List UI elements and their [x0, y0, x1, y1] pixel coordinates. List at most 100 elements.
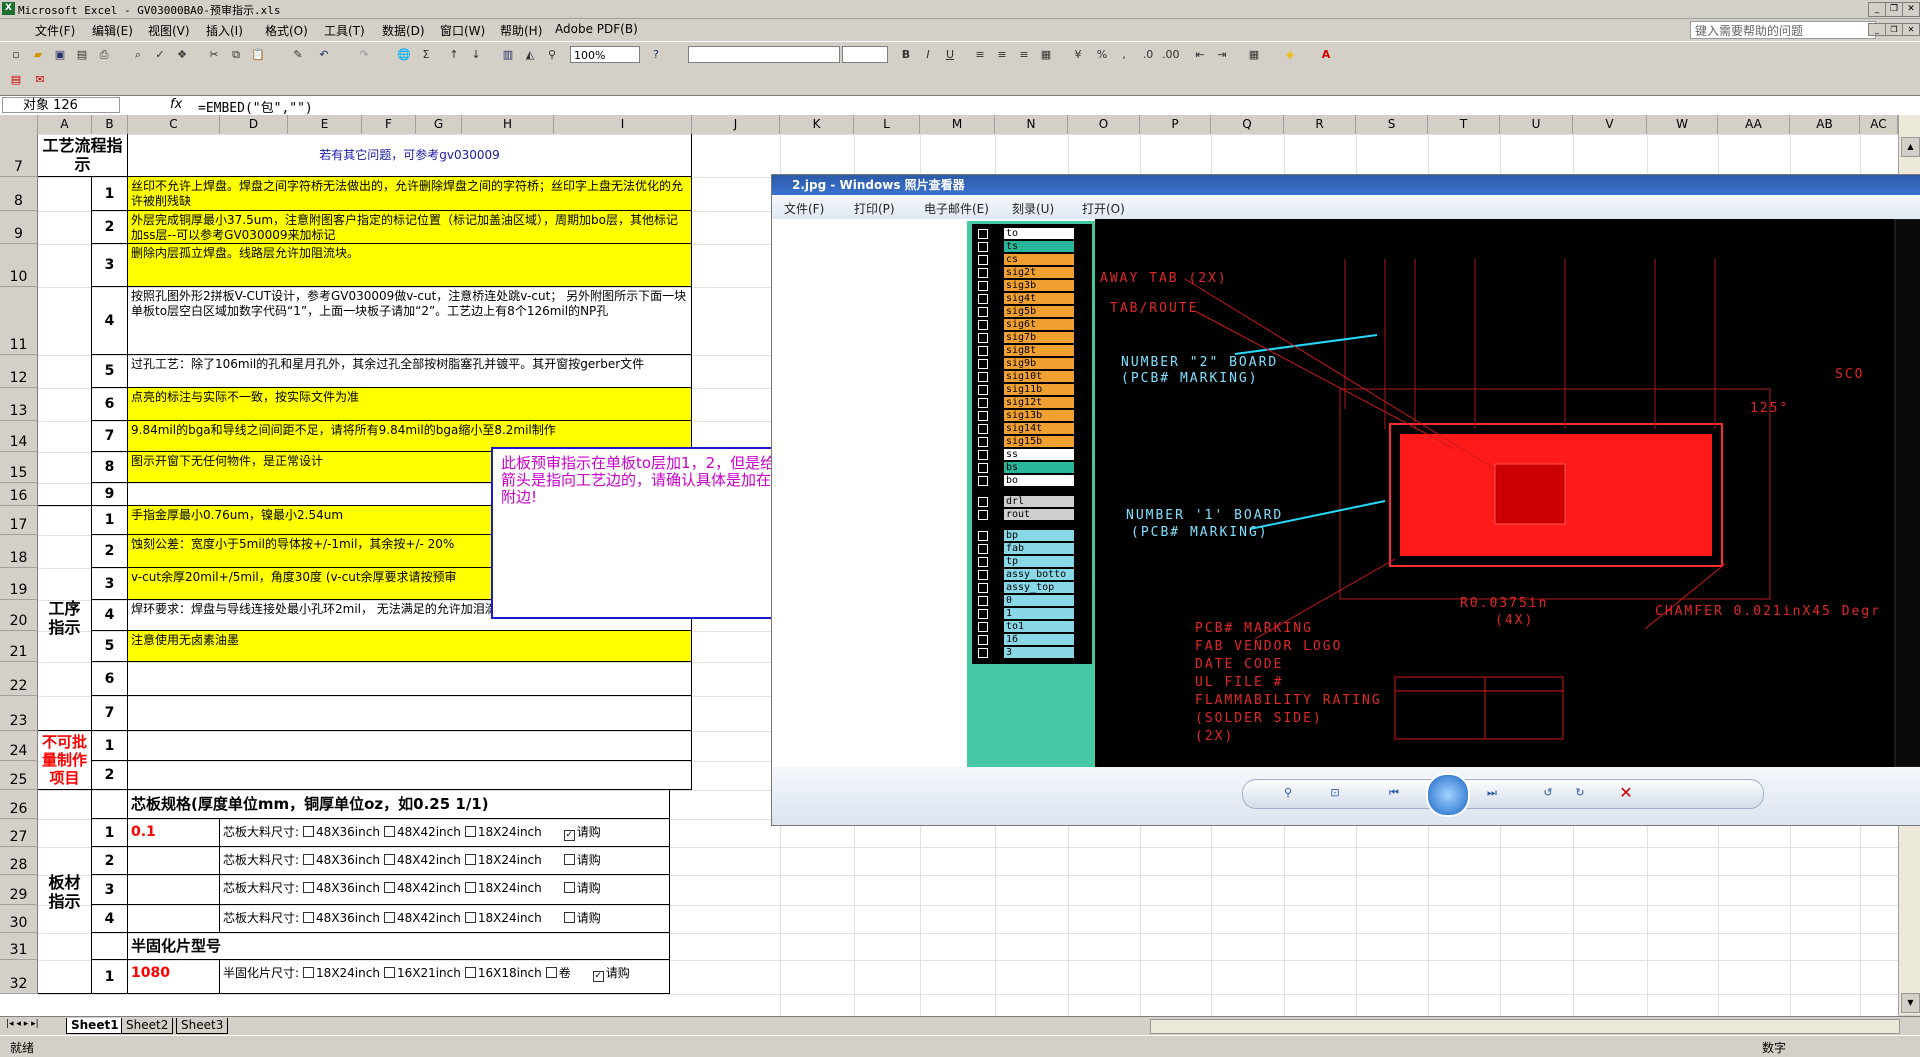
comma-icon[interactable]: ,: [1116, 47, 1132, 63]
size-checkbox[interactable]: [464, 967, 476, 978]
close-button[interactable]: ✕: [1902, 2, 1920, 17]
size-checkbox[interactable]: [383, 854, 395, 865]
undo-icon[interactable]: ↶: [316, 47, 332, 63]
size-checkbox[interactable]: [303, 967, 315, 978]
column-header-cell[interactable]: O: [1068, 115, 1140, 134]
row-header-cell[interactable]: 21: [0, 631, 38, 662]
layer-checkbox[interactable]: [978, 531, 988, 541]
size-checkbox[interactable]: [464, 854, 476, 865]
row-header-cell[interactable]: 10: [0, 244, 38, 287]
align-center-icon[interactable]: ≡: [994, 47, 1010, 63]
sort-descending-icon[interactable]: ↓: [468, 47, 484, 63]
layer-row[interactable]: cs: [978, 254, 1076, 266]
roll-checkbox[interactable]: [545, 967, 557, 978]
layer-checkbox[interactable]: [978, 583, 988, 593]
photo-viewer-window[interactable]: 2.jpg - Windows 照片查看器 文件(F) 打印(P) 电子邮件(E) 刻…: [771, 174, 1920, 826]
prepreg-title[interactable]: 半固化片型号: [128, 933, 670, 960]
layer-checkbox[interactable]: [978, 398, 988, 408]
increase-indent-icon[interactable]: ⇥: [1214, 47, 1230, 63]
layer-checkbox[interactable]: [978, 510, 988, 520]
layer-checkbox[interactable]: [978, 570, 988, 580]
process-item-text[interactable]: 删除内层孤立焊盘。线路层允许加阻流块。: [128, 244, 692, 287]
column-header-cell[interactable]: B: [92, 115, 128, 134]
item-number[interactable]: 3: [92, 244, 128, 287]
layer-checkbox[interactable]: [978, 346, 988, 356]
formula-input[interactable]: =EMBED("包",""): [198, 97, 313, 116]
sort-ascending-icon[interactable]: ↑: [446, 47, 462, 63]
size-checkbox[interactable]: [383, 967, 395, 978]
horizontal-scrollbar[interactable]: [1150, 1019, 1900, 1034]
italic-icon[interactable]: I: [920, 47, 936, 63]
item-number[interactable]: 4: [92, 905, 128, 933]
column-header-cell[interactable]: J: [692, 115, 780, 134]
font-color-icon[interactable]: A: [1318, 47, 1334, 63]
row-header-cell[interactable]: 25: [0, 761, 38, 790]
layer-row[interactable]: tp: [978, 556, 1076, 568]
column-header-cell[interactable]: N: [995, 115, 1068, 134]
item-number[interactable]: 1: [92, 731, 128, 761]
layer-row[interactable]: sig4t: [978, 293, 1076, 305]
item-number[interactable]: 2: [92, 761, 128, 790]
material-options[interactable]: 芯板大料尺寸: 48X36inch 48X42inch 18X24inch 请购: [220, 875, 670, 905]
spelling-icon[interactable]: ✓: [152, 47, 168, 63]
item-number[interactable]: 9: [92, 483, 128, 506]
tab-nav-icons[interactable]: |◂ ◂ ▸ ▸|: [6, 1019, 39, 1029]
column-header-cell[interactable]: AC: [1860, 115, 1898, 134]
column-header-cell[interactable]: D: [220, 115, 288, 134]
layer-row[interactable]: ts: [978, 241, 1076, 253]
column-header-cell[interactable]: E: [288, 115, 362, 134]
hyperlink-icon[interactable]: 🌐: [396, 47, 412, 63]
process-item-text[interactable]: 按照孔图外形2拼板V-CUT设计，参考GV030009做v-cut，注意桥连处跳…: [128, 287, 692, 355]
rotate-left-icon[interactable]: ↺: [1540, 785, 1556, 801]
menu-item[interactable]: 帮助(H): [500, 22, 542, 39]
menu-item[interactable]: 工具(T): [324, 22, 365, 39]
layer-row[interactable]: 16: [978, 634, 1076, 646]
fx-icon[interactable]: fx: [170, 97, 182, 112]
pdf-email-icon[interactable]: ✉: [32, 72, 48, 88]
material-value[interactable]: [128, 847, 220, 875]
column-header-cell[interactable]: I: [554, 115, 692, 134]
paste-icon[interactable]: 📋: [250, 47, 266, 63]
layer-row[interactable]: 3: [978, 647, 1076, 659]
layer-checkbox[interactable]: [978, 557, 988, 567]
row-header-cell[interactable]: 22: [0, 662, 38, 696]
not-batch-text[interactable]: [128, 761, 692, 790]
menu-item[interactable]: 窗口(W): [440, 22, 485, 39]
delete-icon[interactable]: ✕: [1618, 785, 1634, 801]
align-right-icon[interactable]: ≡: [1016, 47, 1032, 63]
select-all-corner[interactable]: [0, 115, 38, 134]
layer-row[interactable]: to: [978, 228, 1076, 240]
process-item-text[interactable]: 过孔工艺：除了106mil的孔和星月孔外，其余过孔全部按树脂塞孔并镀平。其开窗按…: [128, 355, 692, 388]
layer-checkbox[interactable]: [978, 635, 988, 645]
size-checkbox[interactable]: [464, 826, 476, 837]
column-header-cell[interactable]: M: [920, 115, 995, 134]
not-batch-label[interactable]: 不可批量制作项目: [38, 731, 92, 790]
row-header-cell[interactable]: 20: [0, 600, 38, 631]
restore-button[interactable]: ❐: [1885, 2, 1903, 17]
layer-row[interactable]: sig5b: [978, 306, 1076, 318]
new-icon[interactable]: ▫: [8, 47, 24, 63]
layer-row[interactable]: assy_top: [978, 582, 1076, 594]
item-number[interactable]: 1: [92, 506, 128, 535]
menu-item[interactable]: 编辑(E): [92, 22, 133, 39]
layer-row[interactable]: sig3b: [978, 280, 1076, 292]
layer-checkbox[interactable]: [978, 437, 988, 447]
layer-row[interactable]: assy_botto: [978, 569, 1076, 581]
layer-checkbox[interactable]: [978, 242, 988, 252]
buy-checkbox[interactable]: ✓: [563, 830, 575, 841]
item-number[interactable]: 6: [92, 662, 128, 696]
prepreg-blank[interactable]: [92, 933, 128, 960]
zoom-icon[interactable]: ⚲: [1280, 785, 1296, 801]
layer-checkbox[interactable]: [978, 648, 988, 658]
layer-checkbox[interactable]: [978, 320, 988, 330]
column-header-cell[interactable]: V: [1573, 115, 1647, 134]
item-number[interactable]: 5: [92, 631, 128, 662]
layer-row[interactable]: drl: [978, 496, 1076, 508]
doc-restore-button[interactable]: ❐: [1885, 23, 1903, 36]
tab-sheet1[interactable]: Sheet1: [66, 1018, 124, 1034]
layer-row[interactable]: rout: [978, 509, 1076, 521]
redo-icon[interactable]: ↷: [356, 47, 372, 63]
layer-row[interactable]: bp: [978, 530, 1076, 542]
layer-checkbox[interactable]: [978, 268, 988, 278]
row-header-cell[interactable]: 26: [0, 790, 38, 819]
